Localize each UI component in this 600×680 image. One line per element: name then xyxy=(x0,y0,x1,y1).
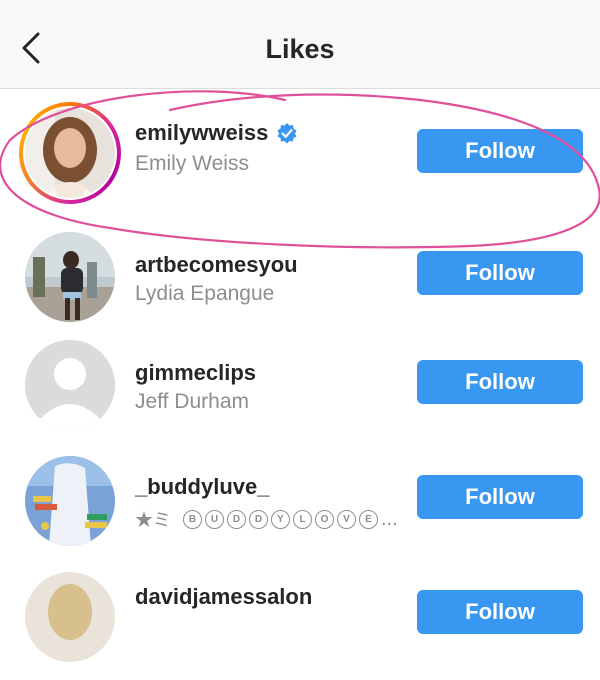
full-name-suffix: ... xyxy=(381,507,398,530)
follow-button[interactable]: Follow xyxy=(417,251,583,295)
full-name: ★ミ B U D D Y L O V E ... xyxy=(135,506,398,532)
username[interactable]: emilywweiss xyxy=(135,120,298,146)
verified-badge-icon xyxy=(277,123,297,144)
list-item: davidjamessalon Follow xyxy=(0,570,600,680)
circled-letter: B xyxy=(183,509,202,529)
list-item: emilywweiss Emily Weiss Follow xyxy=(0,102,600,212)
circled-letter: D xyxy=(249,509,268,529)
full-name: Emily Weiss xyxy=(135,152,249,175)
avatar[interactable] xyxy=(25,572,115,662)
user-placeholder-icon xyxy=(25,340,115,430)
follow-button[interactable]: Follow xyxy=(417,360,583,404)
list-item: artbecomesyou Lydia Epangue Follow xyxy=(0,226,600,336)
full-name: Lydia Epangue xyxy=(135,282,275,305)
username[interactable]: davidjamessalon xyxy=(135,584,312,610)
circled-letter: O xyxy=(315,509,334,529)
default-avatar[interactable] xyxy=(25,340,115,430)
circled-letter: V xyxy=(337,509,356,529)
navigation-header: Likes xyxy=(0,0,600,89)
username[interactable]: artbecomesyou xyxy=(135,252,298,278)
follow-button[interactable]: Follow xyxy=(417,475,583,519)
username[interactable]: gimmeclips xyxy=(135,360,256,386)
username[interactable]: _buddyluve_ xyxy=(135,474,269,500)
avatar[interactable] xyxy=(25,456,115,546)
full-name: Jeff Durham xyxy=(135,390,249,413)
circled-letter: D xyxy=(227,509,246,529)
list-item: gimmeclips Jeff Durham Follow xyxy=(0,338,600,448)
circled-letter: E xyxy=(359,509,378,529)
circled-letter: U xyxy=(205,509,224,529)
follow-button[interactable]: Follow xyxy=(417,590,583,634)
avatar[interactable] xyxy=(25,108,115,198)
circled-letter: L xyxy=(293,509,312,529)
follow-button[interactable]: Follow xyxy=(417,129,583,173)
circled-letter: Y xyxy=(271,509,290,529)
full-name-prefix: ★ミ xyxy=(135,510,171,530)
avatar[interactable] xyxy=(25,232,115,322)
page-title: Likes xyxy=(265,34,335,64)
list-item: _buddyluve_ ★ミ B U D D Y L O V E ... Fol… xyxy=(0,452,600,562)
